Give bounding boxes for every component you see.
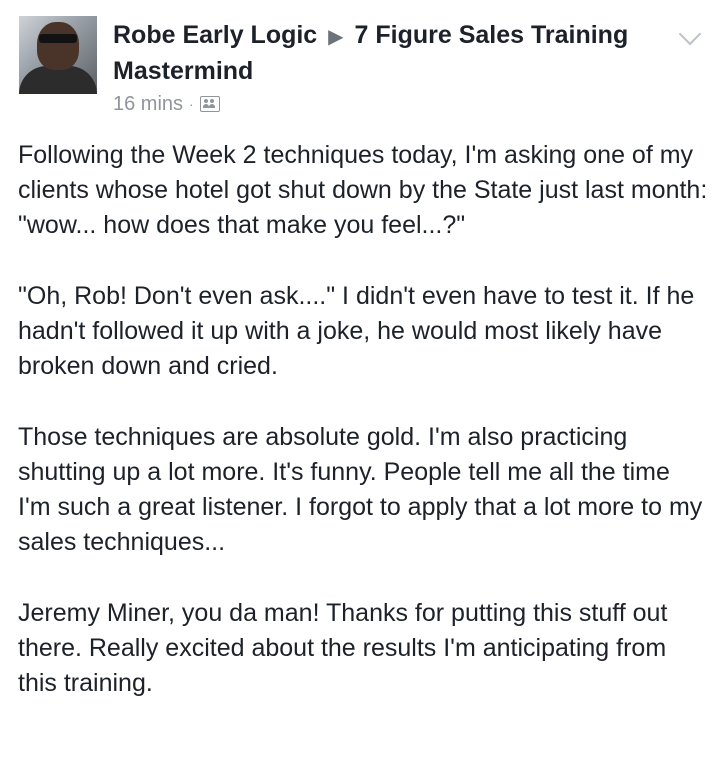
- post-header: Robe Early Logic ▶ 7 Figure Sales Traini…: [113, 18, 633, 117]
- post-title: Robe Early Logic ▶ 7 Figure Sales Traini…: [113, 18, 633, 88]
- group-icon: [199, 96, 220, 112]
- post-time[interactable]: 16 mins: [113, 91, 183, 117]
- post-body: Following the Week 2 techniques today, I…: [18, 138, 708, 737]
- avatar-face: [37, 22, 79, 70]
- post-paragraph: Following the Week 2 techniques today, I…: [18, 141, 708, 239]
- post-paragraph: Those techniques are absolute gold. I'm …: [18, 423, 703, 556]
- arrow-right-icon: ▶: [328, 26, 344, 48]
- author-name[interactable]: Robe Early Logic: [113, 21, 317, 49]
- post-paragraph: Jeremy Miner, you da man! Thanks for put…: [18, 599, 668, 697]
- avatar[interactable]: [19, 16, 97, 94]
- chevron-down-icon[interactable]: [678, 22, 702, 46]
- post-paragraph: "Oh, Rob! Don't even ask...." I didn't e…: [18, 282, 695, 380]
- avatar-glasses: [39, 34, 77, 43]
- avatar-body: [19, 66, 97, 94]
- post-card: Robe Early Logic ▶ 7 Figure Sales Traini…: [0, 0, 721, 760]
- meta-separator: ·: [189, 96, 194, 112]
- post-meta: 16 mins ·: [113, 91, 633, 117]
